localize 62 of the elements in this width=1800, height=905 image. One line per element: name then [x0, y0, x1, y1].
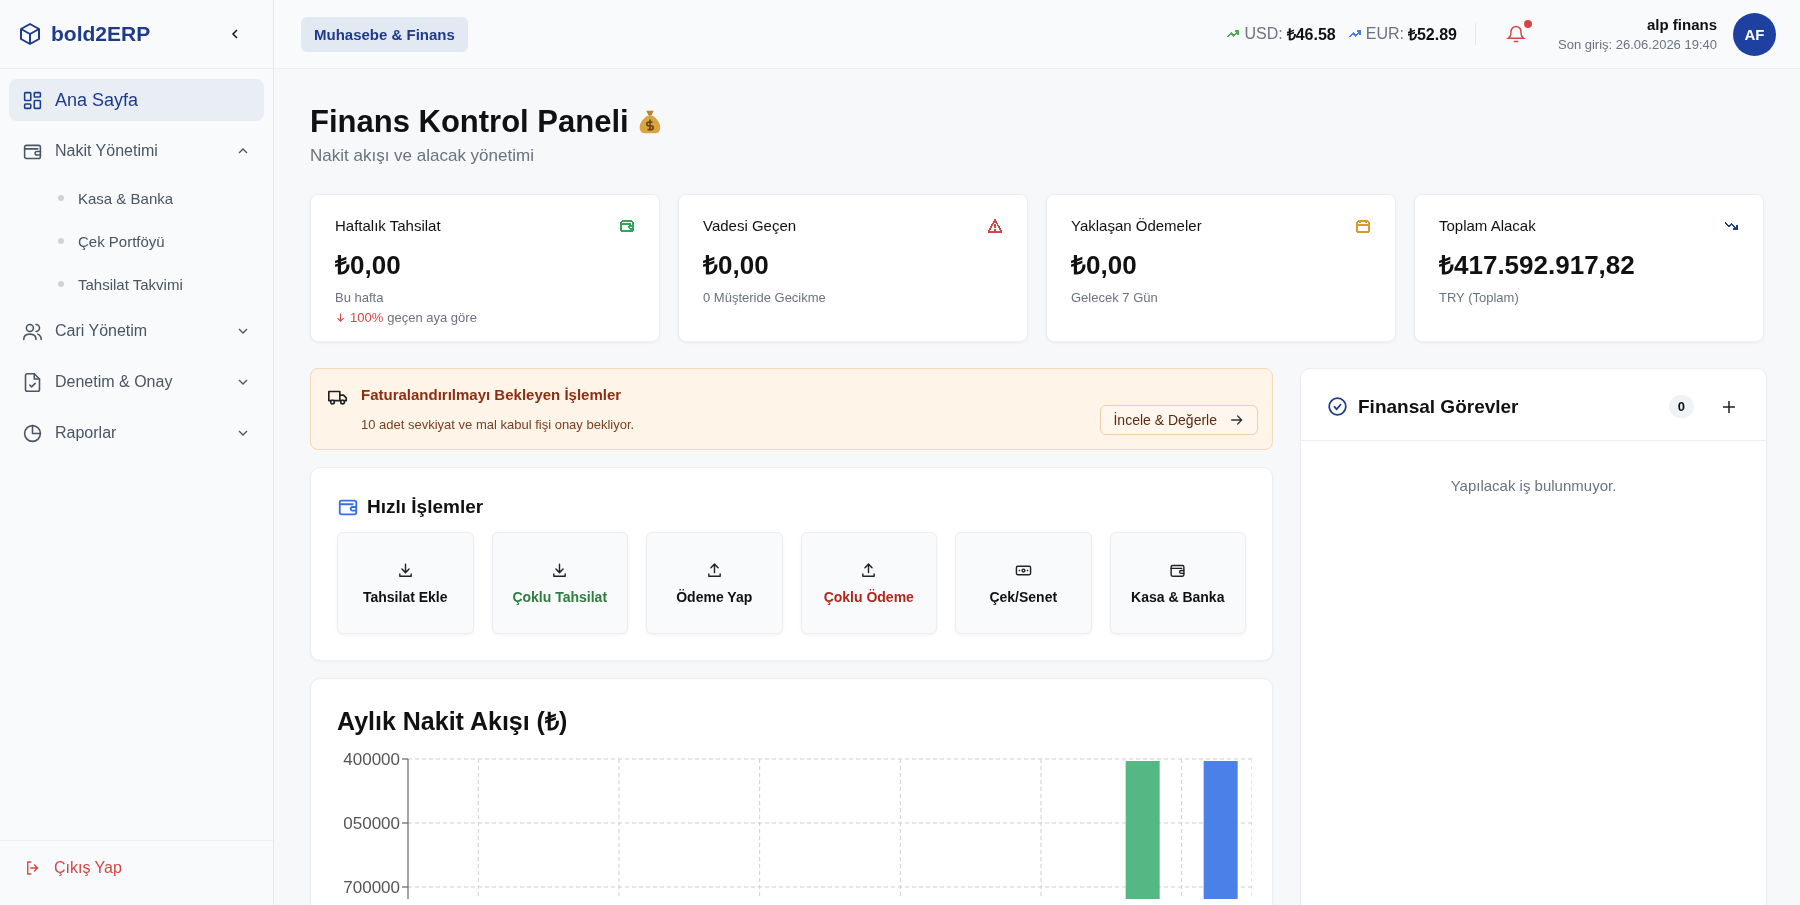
- dashboard-icon: [22, 89, 43, 111]
- logout-button[interactable]: Çıkış Yap: [18, 855, 128, 881]
- nav-item[interactable]: Nakit Yönetimi: [9, 130, 264, 172]
- empty-message: Yapılacak iş bulunmuyor.: [1449, 477, 1618, 494]
- user-name: alp finans: [1647, 16, 1717, 33]
- nav-subitem[interactable]: Kasa & Banka: [9, 181, 264, 215]
- stat-note: Gelecek 7 Gün: [1071, 290, 1158, 305]
- download-icon: [551, 561, 569, 579]
- brand-name: bold2ERP: [51, 22, 152, 46]
- stat-value: ₺0,00: [1071, 249, 1137, 282]
- download-icon: [396, 561, 414, 579]
- stat-value: ₺0,00: [703, 249, 769, 282]
- nav-item[interactable]: Denetim & Onay: [9, 361, 264, 403]
- upload-icon: [705, 561, 723, 579]
- check-circle-icon: [1327, 396, 1348, 417]
- alert-title: Faturalandırılmayı Bekleyen İşlemler: [361, 386, 623, 403]
- card-title: Finansal Görevler: [1358, 395, 1520, 418]
- cube-icon: [18, 22, 42, 46]
- pie-chart-icon: [22, 422, 43, 444]
- stat-title: Toplam Alacak: [1439, 217, 1536, 234]
- rate-value: ₺46.58: [1286, 25, 1336, 45]
- quick-action-button[interactable]: Çek/Senet: [955, 532, 1092, 634]
- axis-label: 700000: [343, 878, 400, 897]
- quick-action-button[interactable]: Ödeme Yap: [646, 532, 783, 634]
- quick-action-button[interactable]: Çoklu Tahsilat: [491, 532, 628, 634]
- count-badge: 0: [1668, 395, 1694, 418]
- nav-item[interactable]: Ana Sayfa: [9, 79, 264, 121]
- axis-label: 050000: [343, 814, 400, 833]
- trend-value: 100%: [350, 310, 384, 325]
- quick-action-button[interactable]: Çoklu Ödeme: [800, 532, 937, 634]
- stat-title: Yaklaşan Ödemeler: [1071, 217, 1202, 234]
- stat-value: ₺0,00: [335, 249, 401, 282]
- arrow-down-icon: [335, 312, 346, 323]
- avatar[interactable]: AF: [1733, 12, 1776, 56]
- quick-action-button[interactable]: Kasa & Banka: [1109, 532, 1246, 634]
- axis-label: 400000: [343, 750, 400, 769]
- upload-icon: [860, 561, 878, 579]
- page-title: Finans Kontrol Paneli: [310, 104, 629, 140]
- stat-title: Vadesi Geçen: [703, 217, 797, 234]
- review-button[interactable]: İncele & Değerle: [1100, 405, 1258, 435]
- page-subtitle: Nakit akışı ve alacak yönetimi: [310, 146, 535, 166]
- rate-value: ₺52.89: [1407, 25, 1457, 45]
- trend-text: geçen aya göre: [387, 310, 477, 325]
- module-badge: Muhasebe & Finans: [301, 16, 468, 52]
- rate-label: USD:: [1244, 25, 1283, 43]
- card-title: Hızlı İşlemler: [367, 496, 484, 518]
- stat-note: Bu hafta: [335, 290, 384, 305]
- stat-title: Haftalık Tahsilat: [335, 217, 441, 234]
- chart-title: Aylık Nakit Akışı (₺): [337, 706, 568, 737]
- last-login: Son giriş: 26.06.2026 19:40: [1558, 37, 1717, 52]
- quick-action-button[interactable]: Tahsilat Ekle: [337, 532, 474, 634]
- stat-value: ₺417.592.917,82: [1439, 249, 1635, 282]
- nav-item[interactable]: Cari Yönetim: [9, 310, 264, 352]
- nav-subitem[interactable]: Çek Portföyü: [9, 224, 264, 258]
- rate-label: EUR:: [1365, 25, 1404, 43]
- alert-text: 10 adet sevkiyat ve mal kabul fişi onay bekliyor.: [361, 417, 636, 432]
- nav-item[interactable]: Raporlar: [9, 412, 264, 454]
- stat-note: TRY (Toplam): [1439, 290, 1519, 305]
- arrow-right-icon: [1229, 412, 1245, 428]
- file-check-icon: [22, 371, 43, 393]
- nav-subitem[interactable]: Tahsilat Takvimi: [9, 267, 264, 301]
- stat-note: 0 Müşteride Gecikme: [703, 290, 826, 305]
